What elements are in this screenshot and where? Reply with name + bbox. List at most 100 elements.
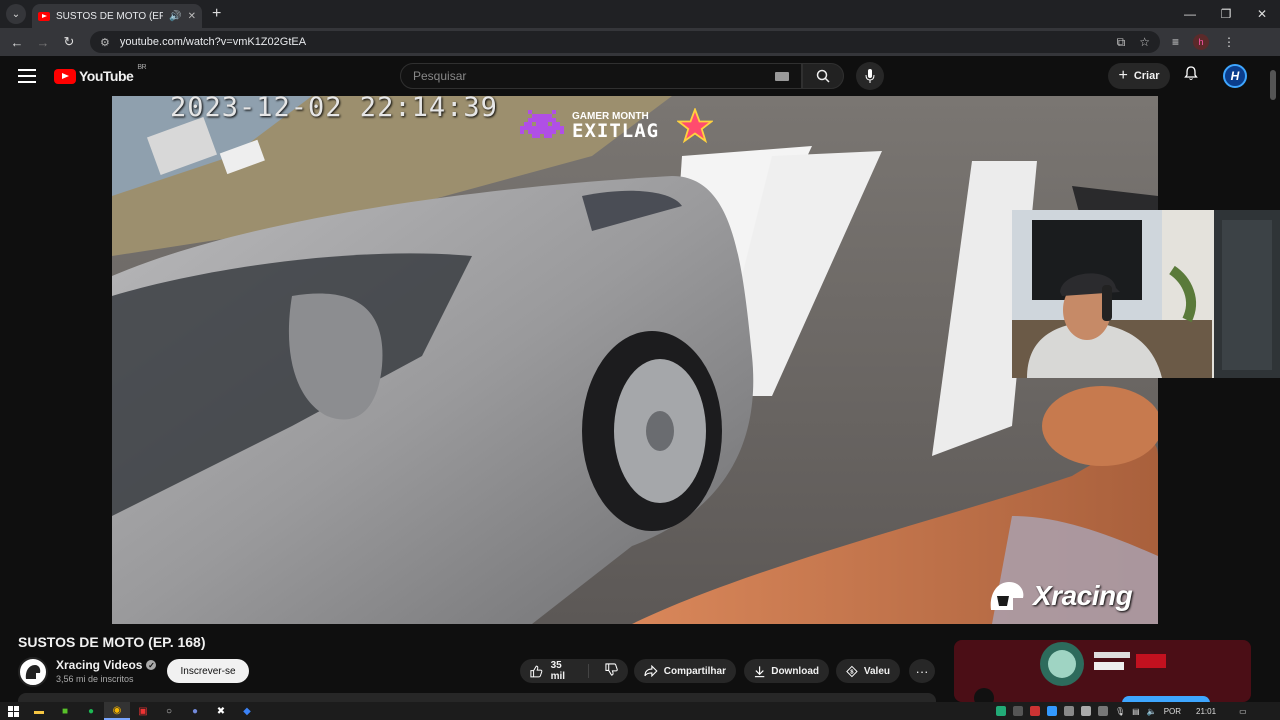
- bookmark-star-icon[interactable]: ☆: [1139, 35, 1150, 50]
- create-label: Criar: [1133, 70, 1160, 82]
- start-windows-icon[interactable]: [0, 702, 26, 720]
- app-blue-icon[interactable]: ◆: [234, 702, 260, 720]
- network-icon[interactable]: ▤: [1132, 707, 1140, 716]
- system-tray: 🎙 ▤ 🔈 POR 21:01 ▭: [996, 702, 1247, 720]
- create-button[interactable]: + Criar: [1108, 63, 1170, 89]
- microphone-tray-icon[interactable]: 🎙: [1115, 707, 1125, 716]
- tab-title: SUSTOS DE MOTO (EP. 168): [56, 10, 164, 22]
- streamer-webcam-image: [1012, 210, 1280, 378]
- forward-arrow-icon[interactable]: →: [30, 35, 56, 50]
- tray-app-icon[interactable]: [1047, 706, 1057, 716]
- region-code: BR: [137, 64, 147, 71]
- discord-icon[interactable]: ●: [182, 702, 208, 720]
- like-count: 35 mil: [550, 660, 566, 682]
- thanks-label: Valeu: [863, 665, 890, 677]
- thanks-button[interactable]: $ Valeu: [836, 659, 900, 683]
- youtube-favicon-icon: [38, 11, 50, 21]
- youtube-play-logo-icon: [54, 68, 76, 84]
- star-icon: [677, 108, 714, 144]
- brand-watermark: Xracing: [985, 576, 1133, 616]
- spartan-helmet-icon: [990, 582, 1024, 610]
- tab-close-icon[interactable]: ✕: [188, 11, 196, 22]
- app-circle-icon[interactable]: ○: [156, 702, 182, 720]
- browser-tab-strip: ⌄ SUSTOS DE MOTO (EP. 168) 🔊 ✕ + — ❐ ✕: [0, 0, 1280, 28]
- tray-app-icon[interactable]: [1030, 706, 1040, 716]
- video-timestamp-overlay: 2023-12-02 22:14:39: [170, 92, 498, 123]
- video-player[interactable]: [112, 96, 1158, 624]
- channel-name-row[interactable]: Xracing Videos ✓: [56, 658, 157, 672]
- like-dislike-group: 35 mil: [520, 659, 628, 683]
- search-icon: [816, 69, 830, 83]
- search-input[interactable]: Pesquisar: [400, 63, 802, 89]
- chrome-icon[interactable]: ◉: [104, 702, 130, 720]
- microphone-icon: [865, 69, 875, 83]
- youtube-logo[interactable]: YouTube BR: [54, 64, 147, 84]
- browser-menu-icon[interactable]: ⋮: [1223, 35, 1235, 49]
- tray-app-icon[interactable]: [1013, 706, 1023, 716]
- search-placeholder: Pesquisar: [413, 69, 467, 83]
- browser-toolbar: ← → ↻ ⚙ youtube.com/watch?v=vmK1Z02GtEA …: [0, 28, 1280, 56]
- account-avatar[interactable]: H: [1223, 64, 1247, 88]
- search-button[interactable]: [802, 63, 844, 89]
- capcut-icon[interactable]: ✖: [208, 702, 234, 720]
- tray-app-icon[interactable]: [996, 706, 1006, 716]
- hamburger-menu-icon[interactable]: [18, 69, 36, 83]
- tab-search-button[interactable]: ⌄: [6, 4, 26, 24]
- share-label: Compartilhar: [663, 665, 726, 677]
- dislike-button[interactable]: [595, 663, 628, 679]
- more-actions-button[interactable]: ···: [909, 659, 935, 683]
- verified-badge-icon: ✓: [146, 660, 157, 670]
- sidebar-ad-banner[interactable]: [954, 640, 1251, 702]
- brand-name: Xracing: [1033, 580, 1133, 611]
- sponsor-overlay: GAMER MONTH EXITLAG: [520, 108, 714, 144]
- spartan-helmet-icon: [25, 665, 41, 679]
- window-controls: — ❐ ✕: [1172, 0, 1280, 28]
- reload-icon[interactable]: ↻: [56, 34, 82, 50]
- app-red-icon[interactable]: ▣: [130, 702, 156, 720]
- tray-app-icon[interactable]: [1098, 706, 1108, 716]
- keyboard-icon[interactable]: [775, 71, 789, 81]
- file-explorer-icon[interactable]: ▬: [26, 702, 52, 720]
- ad-banner-image: [954, 640, 1251, 702]
- download-label: Download: [771, 665, 819, 677]
- super-thanks-icon: $: [846, 665, 858, 677]
- voice-search-button[interactable]: [856, 62, 884, 90]
- site-info-icon[interactable]: ⚙: [100, 36, 110, 49]
- tray-app-icon[interactable]: [1064, 706, 1074, 716]
- webcam-overlay: [1012, 210, 1280, 378]
- minimize-button[interactable]: —: [1172, 0, 1208, 28]
- notification-center-icon[interactable]: ▭: [1239, 707, 1247, 716]
- subscribe-button[interactable]: Inscrever-se: [167, 659, 249, 683]
- maximize-button[interactable]: ❐: [1208, 0, 1244, 28]
- new-tab-button[interactable]: +: [212, 5, 221, 23]
- share-button[interactable]: Compartilhar: [634, 659, 736, 683]
- audio-playing-icon[interactable]: 🔊: [169, 11, 181, 22]
- close-window-button[interactable]: ✕: [1244, 0, 1280, 28]
- channel-name: Xracing Videos: [56, 658, 143, 672]
- tray-app-icon[interactable]: [1081, 706, 1091, 716]
- spotify-icon[interactable]: ●: [78, 702, 104, 720]
- app-green-icon[interactable]: ■: [52, 702, 78, 720]
- thumbs-down-icon: [605, 663, 618, 676]
- url-text: youtube.com/watch?v=vmK1Z02GtEA: [119, 36, 307, 48]
- address-bar[interactable]: ⚙ youtube.com/watch?v=vmK1Z02GtEA ⧉ ☆: [90, 31, 1160, 53]
- back-arrow-icon[interactable]: ←: [4, 35, 30, 50]
- logo-text: YouTube: [79, 68, 134, 84]
- notifications-bell-icon[interactable]: [1184, 66, 1198, 84]
- download-icon: [754, 665, 765, 677]
- youtube-header: YouTube BR Pesquisar + Criar H: [0, 56, 1280, 96]
- volume-icon[interactable]: 🔈: [1147, 707, 1157, 716]
- browser-tab-active[interactable]: SUSTOS DE MOTO (EP. 168) 🔊 ✕: [32, 4, 202, 28]
- download-button[interactable]: Download: [744, 659, 829, 683]
- like-button[interactable]: 35 mil: [520, 660, 589, 682]
- install-app-icon[interactable]: ⧉: [1117, 35, 1126, 50]
- channel-avatar[interactable]: [18, 657, 48, 687]
- subscriber-count: 3,56 mi de inscritos: [56, 674, 134, 684]
- keyboard-language[interactable]: POR: [1164, 707, 1181, 716]
- clock-time[interactable]: 21:01: [1196, 707, 1216, 716]
- plus-icon: +: [1118, 67, 1128, 84]
- sponsor-name: EXITLAG: [572, 119, 660, 142]
- profile-avatar[interactable]: h: [1193, 34, 1210, 50]
- share-arrow-icon: [644, 665, 658, 677]
- media-control-icon[interactable]: ≡: [1172, 35, 1179, 49]
